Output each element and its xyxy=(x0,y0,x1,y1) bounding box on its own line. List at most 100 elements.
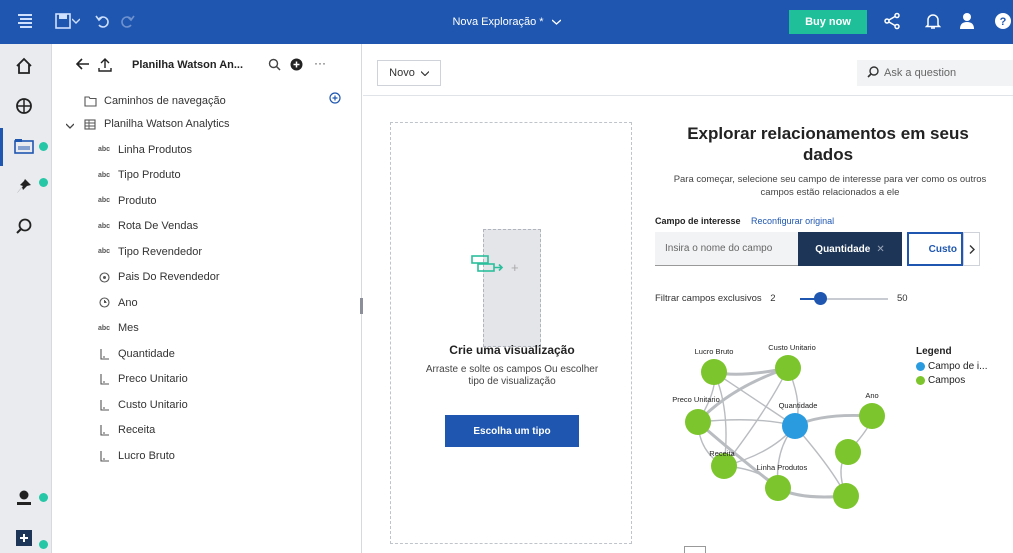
tree-item[interactable]: Receita xyxy=(96,419,155,441)
time-field-icon xyxy=(96,295,112,311)
network-node[interactable] xyxy=(685,409,711,435)
exploration-title[interactable]: Nova Exploração * xyxy=(452,16,543,28)
user-icon[interactable] xyxy=(956,10,978,32)
search-insights-icon[interactable] xyxy=(12,214,36,238)
network-node[interactable] xyxy=(859,403,885,429)
network-node[interactable] xyxy=(835,439,861,465)
upload-icon[interactable] xyxy=(98,58,112,75)
field-of-interest-row: Campo de interesse Reconfigurar original xyxy=(655,216,834,226)
chevron-down-icon[interactable] xyxy=(551,16,562,28)
network-node[interactable] xyxy=(701,359,727,385)
chip-custo[interactable]: Custo xyxy=(907,232,963,266)
network-node-label: Lucro Bruto xyxy=(695,347,734,356)
tree-item[interactable]: Ano xyxy=(96,292,138,314)
legend-swatch-focus xyxy=(916,362,925,371)
new-dropdown-button[interactable]: Novo xyxy=(377,60,441,86)
tree-item[interactable]: abc Linha Produtos xyxy=(96,139,192,161)
field-chips: Insira o nome do campo Quantidade ✕ Cust… xyxy=(655,232,980,266)
tree-item[interactable]: abc Rota De Vendas xyxy=(96,215,198,237)
ask-question-input[interactable]: Ask a question xyxy=(857,60,1013,86)
network-node[interactable] xyxy=(782,413,808,439)
back-arrow-icon[interactable] xyxy=(75,58,90,73)
filter-min: 2 xyxy=(770,293,776,304)
pin-icon[interactable] xyxy=(12,174,36,198)
undo-icon[interactable] xyxy=(92,10,114,32)
panel-resize-handle[interactable] xyxy=(360,298,363,314)
legend-title: Legend xyxy=(916,346,952,357)
explore-icon[interactable] xyxy=(12,94,36,118)
tree-item-label: Mes xyxy=(118,322,139,334)
tree-item[interactable]: abc Mes xyxy=(96,317,139,339)
tree-item[interactable]: Quantidade xyxy=(96,343,175,365)
tree-item-label: Produto xyxy=(118,194,157,207)
bell-icon[interactable] xyxy=(922,10,944,32)
more-icon[interactable]: ··· xyxy=(314,56,326,70)
tree-item[interactable]: Pais Do Revendedor xyxy=(96,266,220,288)
tree-item-label: Custo Unitario xyxy=(118,398,188,411)
tree-item[interactable]: Planilha Watson Analytics xyxy=(65,113,230,135)
relationship-network[interactable]: Lucro Bruto Custo Unitario Preco Unitario Q… xyxy=(660,340,900,520)
status-dot xyxy=(39,493,48,502)
folder-icon xyxy=(82,93,98,109)
add-path-icon[interactable] xyxy=(329,92,341,107)
search-icon[interactable] xyxy=(268,58,281,74)
tree-item[interactable]: Custo Unitario xyxy=(96,394,188,416)
tree-item-label: Pais Do Revendedor xyxy=(118,271,220,283)
menu-icon[interactable] xyxy=(14,10,36,32)
geo-field-icon xyxy=(96,269,112,285)
visualization-dropzone[interactable]: + Crie uma visualização Arraste e solte … xyxy=(390,122,632,544)
network-node[interactable] xyxy=(833,483,859,509)
text-field-icon: abc xyxy=(97,248,111,255)
redo-icon[interactable] xyxy=(116,10,138,32)
share-icon[interactable] xyxy=(881,10,903,32)
drop-target[interactable]: + xyxy=(471,229,541,347)
add-panel-icon[interactable] xyxy=(12,526,36,550)
add-circle-icon[interactable] xyxy=(290,58,303,74)
chevron-down-icon xyxy=(420,67,430,79)
home-icon[interactable] xyxy=(12,54,36,78)
chevron-down-icon[interactable] xyxy=(65,120,75,132)
explore-title: Explorar relacionamentos em seus dados xyxy=(687,124,969,164)
tree-item[interactable]: abc Produto xyxy=(96,190,157,212)
help-icon[interactable]: ? xyxy=(993,10,1013,32)
choose-type-button[interactable]: Escolha um tipo xyxy=(445,415,579,447)
chip-quantidade[interactable]: Quantidade ✕ xyxy=(798,232,902,266)
filter-slider-knob[interactable] xyxy=(814,292,827,305)
reset-original-link[interactable]: Reconfigurar original xyxy=(751,216,834,226)
explore-subtitle: Para começar, selecione seu campo de int… xyxy=(673,174,987,198)
tree-item[interactable]: Lucro Bruto xyxy=(96,445,175,467)
buy-now-button[interactable]: Buy now xyxy=(789,10,867,34)
users-icon[interactable] xyxy=(12,486,36,510)
tree-item[interactable]: Preco Unitario xyxy=(96,368,188,390)
chevron-down-icon[interactable] xyxy=(70,10,82,32)
tree-item-label: Caminhos de navegação xyxy=(104,95,226,107)
measure-field-icon xyxy=(96,448,112,464)
field-of-interest-label: Campo de interesse xyxy=(655,216,741,226)
network-node-label: Receita xyxy=(709,449,735,458)
tree-item[interactable]: Caminhos de navegação xyxy=(82,90,226,112)
measure-field-icon xyxy=(96,422,112,438)
text-field-icon: abc xyxy=(97,222,111,230)
chart-icon[interactable] xyxy=(684,546,706,553)
ask-icon xyxy=(867,65,879,81)
network-node-label: Custo Unitario xyxy=(768,343,816,352)
data-source-icon[interactable] xyxy=(12,134,36,158)
network-node-label: Ano xyxy=(865,391,878,400)
chevron-right-icon[interactable] xyxy=(963,232,980,266)
legend: Legend Campo de i... Campos xyxy=(916,346,987,389)
network-edge xyxy=(697,419,796,427)
text-field-icon: abc xyxy=(97,171,111,179)
tree-item[interactable]: abc Tipo Produto xyxy=(96,164,181,186)
close-icon[interactable]: ✕ xyxy=(876,244,884,255)
network-node-label: Quantidade xyxy=(779,401,818,410)
network-node[interactable] xyxy=(775,355,801,381)
tree-item[interactable]: abc Tipo Revendedor xyxy=(96,241,202,263)
filter-max: 50 xyxy=(897,293,908,304)
text-field-icon: abc xyxy=(97,324,111,332)
tree-item-label: Receita xyxy=(118,424,156,436)
field-name-input[interactable]: Insira o nome do campo xyxy=(655,232,798,266)
network-node[interactable] xyxy=(765,475,791,501)
legend-swatch-field xyxy=(916,376,925,385)
network-node-label: Linha Produtos xyxy=(757,463,808,472)
drag-fields-icon xyxy=(470,254,506,277)
